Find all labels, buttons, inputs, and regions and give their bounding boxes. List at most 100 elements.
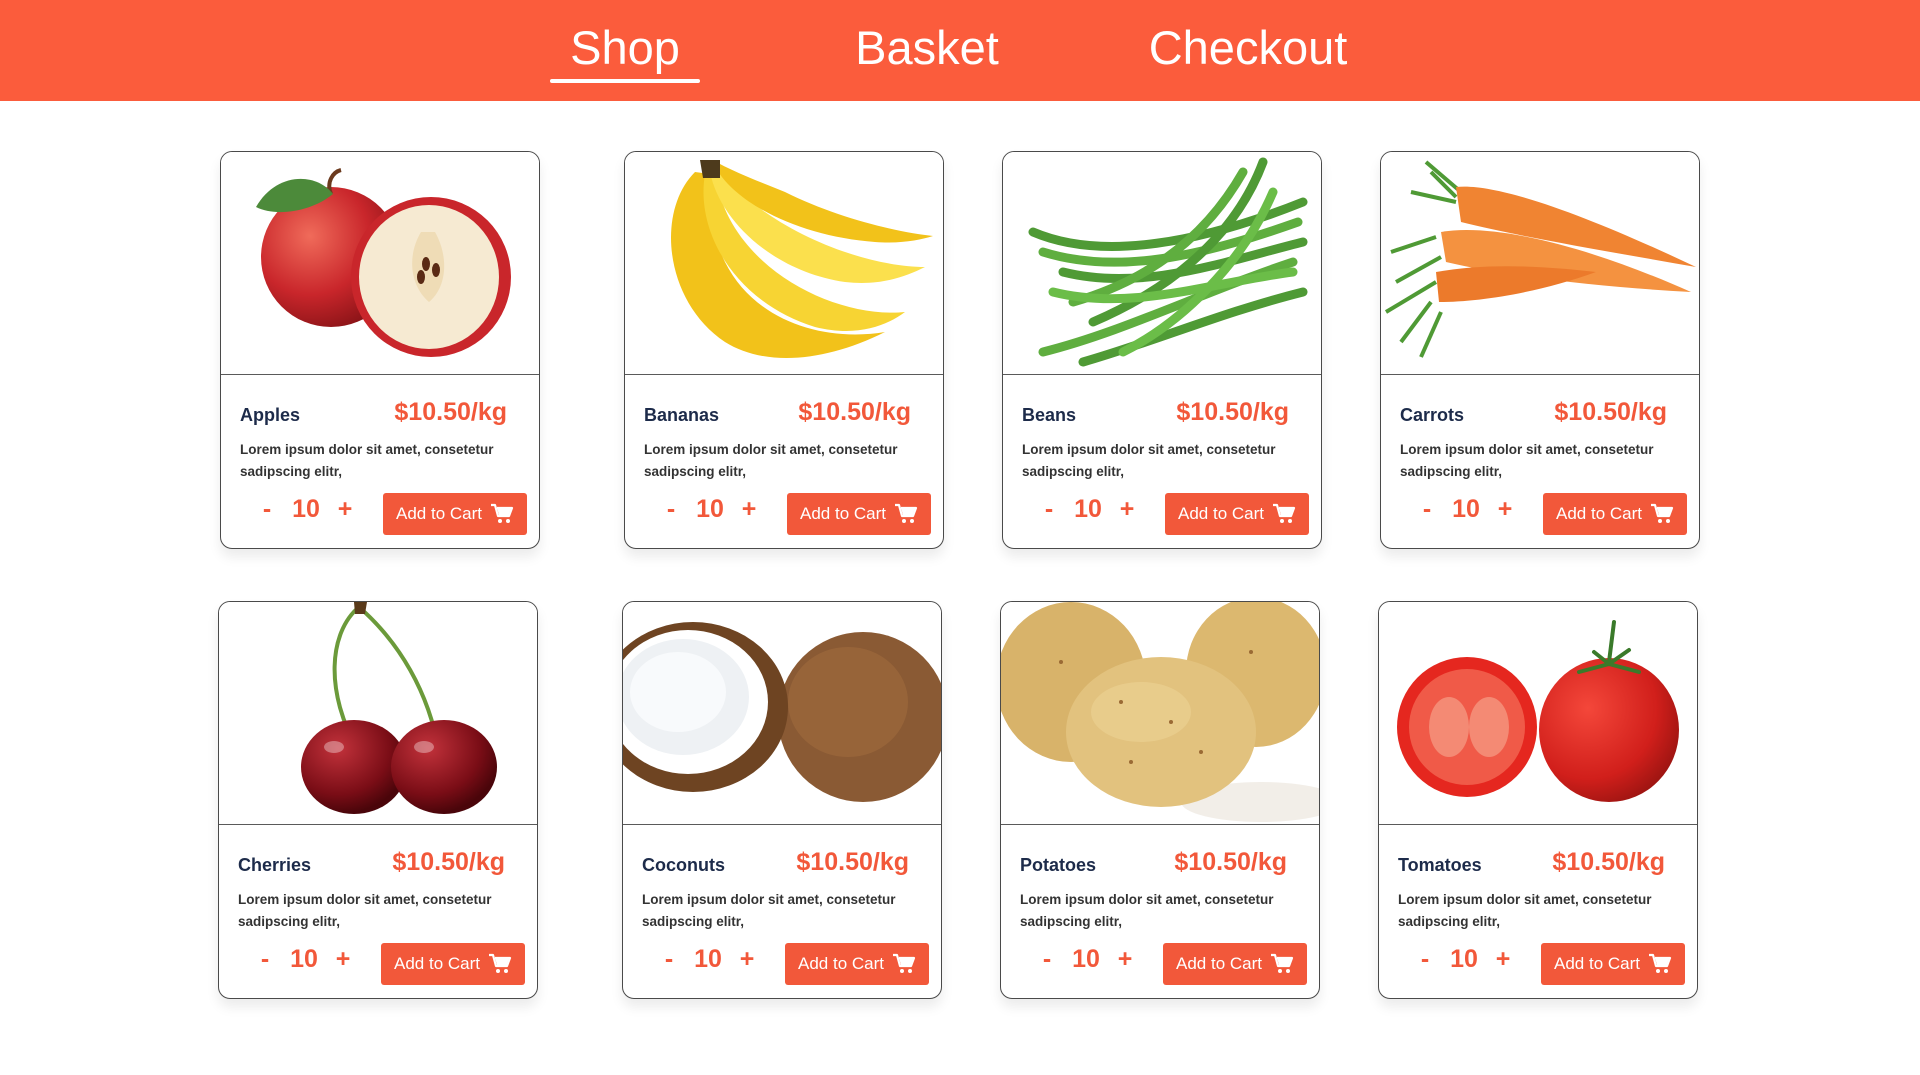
product-image-potatoes	[1001, 602, 1319, 825]
product-image-tomatoes	[1379, 602, 1697, 825]
add-to-cart-button[interactable]: Add to Cart	[383, 493, 527, 535]
add-to-cart-button[interactable]: Add to Cart	[381, 943, 525, 985]
shopping-cart-icon	[892, 953, 916, 975]
increase-quantity-button[interactable]: +	[334, 495, 356, 524]
product-card-potatoes: Potatoes $10.50/kg Lorem ipsum dolor sit…	[1000, 601, 1320, 999]
decrease-quantity-button[interactable]: -	[254, 945, 276, 974]
add-to-cart-label: Add to Cart	[1554, 954, 1640, 973]
quantity-stepper: - 10 +	[254, 945, 354, 974]
decrease-quantity-button[interactable]: -	[1414, 945, 1436, 974]
shopping-cart-icon	[490, 503, 514, 525]
shopping-cart-icon	[894, 503, 918, 525]
product-card-carrots: Carrots $10.50/kg Lorem ipsum dolor sit …	[1380, 151, 1700, 549]
add-to-cart-button[interactable]: Add to Cart	[1165, 493, 1309, 535]
decrease-quantity-button[interactable]: -	[1416, 495, 1438, 524]
quantity-value: 10	[1072, 945, 1100, 973]
add-to-cart-button[interactable]: Add to Cart	[1163, 943, 1307, 985]
product-name: Potatoes	[1020, 855, 1097, 875]
quantity-stepper: - 10 +	[1414, 945, 1514, 974]
quantity-value: 10	[696, 495, 724, 523]
add-to-cart-label: Add to Cart	[798, 954, 884, 973]
product-name: Carrots	[1400, 405, 1465, 425]
quantity-value: 10	[694, 945, 722, 973]
product-description: Lorem ipsum dolor sit amet, consetetur s…	[1398, 892, 1652, 929]
add-to-cart-button[interactable]: Add to Cart	[1541, 943, 1685, 985]
quantity-stepper: - 10 +	[658, 945, 758, 974]
decrease-quantity-button[interactable]: -	[1038, 495, 1060, 524]
product-card-cherries: Cherries $10.50/kg Lorem ipsum dolor sit…	[218, 601, 538, 999]
product-card-apples: Apples $10.50/kg Lorem ipsum dolor sit a…	[220, 151, 540, 549]
product-name: Beans	[1022, 405, 1077, 425]
product-card-tomatoes: Tomatoes $10.50/kg Lorem ipsum dolor sit…	[1378, 601, 1698, 999]
decrease-quantity-button[interactable]: -	[1036, 945, 1058, 974]
product-name: Tomatoes	[1398, 855, 1482, 875]
product-price: $10.50/kg	[394, 398, 507, 426]
product-description: Lorem ipsum dolor sit amet, consetetur s…	[644, 442, 898, 479]
product-description: Lorem ipsum dolor sit amet, consetetur s…	[642, 892, 896, 929]
quantity-stepper: - 10 +	[660, 495, 760, 524]
shopping-cart-icon	[1648, 953, 1672, 975]
quantity-value: 10	[292, 495, 320, 523]
increase-quantity-button[interactable]: +	[736, 945, 758, 974]
product-name: Coconuts	[642, 855, 725, 875]
add-to-cart-button[interactable]: Add to Cart	[785, 943, 929, 985]
product-name: Bananas	[644, 405, 720, 425]
product-description: Lorem ipsum dolor sit amet, consetetur s…	[1020, 892, 1274, 929]
nav-tab-basket[interactable]: Basket	[852, 0, 1002, 101]
quantity-stepper: - 10 +	[1036, 945, 1136, 974]
product-price: $10.50/kg	[796, 848, 909, 876]
product-image-cherries	[219, 602, 537, 825]
shopping-cart-icon	[488, 953, 512, 975]
product-price: $10.50/kg	[1554, 398, 1667, 426]
quantity-stepper: - 10 +	[1038, 495, 1138, 524]
quantity-value: 10	[290, 945, 318, 973]
quantity-value: 10	[1452, 495, 1480, 523]
product-price: $10.50/kg	[1176, 398, 1289, 426]
decrease-quantity-button[interactable]: -	[658, 945, 680, 974]
product-price: $10.50/kg	[392, 848, 505, 876]
shopping-cart-icon	[1270, 953, 1294, 975]
product-image-bananas	[625, 152, 943, 375]
product-card-bananas: Bananas $10.50/kg Lorem ipsum dolor sit …	[624, 151, 944, 549]
add-to-cart-label: Add to Cart	[800, 504, 886, 523]
add-to-cart-label: Add to Cart	[1556, 504, 1642, 523]
add-to-cart-button[interactable]: Add to Cart	[1543, 493, 1687, 535]
product-price: $10.50/kg	[798, 398, 911, 426]
add-to-cart-label: Add to Cart	[396, 504, 482, 523]
increase-quantity-button[interactable]: +	[332, 945, 354, 974]
quantity-stepper: - 10 +	[256, 495, 356, 524]
product-image-beans	[1003, 152, 1321, 375]
product-card-beans: Beans $10.50/kg Lorem ipsum dolor sit am…	[1002, 151, 1322, 549]
increase-quantity-button[interactable]: +	[1492, 945, 1514, 974]
quantity-stepper: - 10 +	[1416, 495, 1516, 524]
product-image-carrots	[1381, 152, 1699, 375]
add-to-cart-label: Add to Cart	[1176, 954, 1262, 973]
quantity-value: 10	[1450, 945, 1478, 973]
add-to-cart-button[interactable]: Add to Cart	[787, 493, 931, 535]
product-description: Lorem ipsum dolor sit amet, consetetur s…	[240, 442, 494, 479]
decrease-quantity-button[interactable]: -	[256, 495, 278, 524]
increase-quantity-button[interactable]: +	[738, 495, 760, 524]
increase-quantity-button[interactable]: +	[1116, 495, 1138, 524]
add-to-cart-label: Add to Cart	[1178, 504, 1264, 523]
decrease-quantity-button[interactable]: -	[660, 495, 682, 524]
quantity-value: 10	[1074, 495, 1102, 523]
product-image-apples	[221, 152, 539, 375]
top-nav-bar: Shop Basket Checkout	[0, 0, 1920, 101]
increase-quantity-button[interactable]: +	[1494, 495, 1516, 524]
nav-tab-shop[interactable]: Shop	[550, 0, 700, 101]
increase-quantity-button[interactable]: +	[1114, 945, 1136, 974]
product-price: $10.50/kg	[1174, 848, 1287, 876]
product-price: $10.50/kg	[1552, 848, 1665, 876]
product-description: Lorem ipsum dolor sit amet, consetetur s…	[1022, 442, 1276, 479]
shopping-cart-icon	[1272, 503, 1296, 525]
shopping-cart-icon	[1650, 503, 1674, 525]
product-description: Lorem ipsum dolor sit amet, consetetur s…	[238, 892, 492, 929]
product-description: Lorem ipsum dolor sit amet, consetetur s…	[1400, 442, 1654, 479]
nav-tab-checkout[interactable]: Checkout	[1148, 0, 1348, 101]
product-name: Apples	[240, 405, 301, 425]
product-image-coconuts	[623, 602, 941, 825]
add-to-cart-label: Add to Cart	[394, 954, 480, 973]
product-card-coconuts: Coconuts $10.50/kg Lorem ipsum dolor sit…	[622, 601, 942, 999]
product-name: Cherries	[238, 855, 312, 875]
